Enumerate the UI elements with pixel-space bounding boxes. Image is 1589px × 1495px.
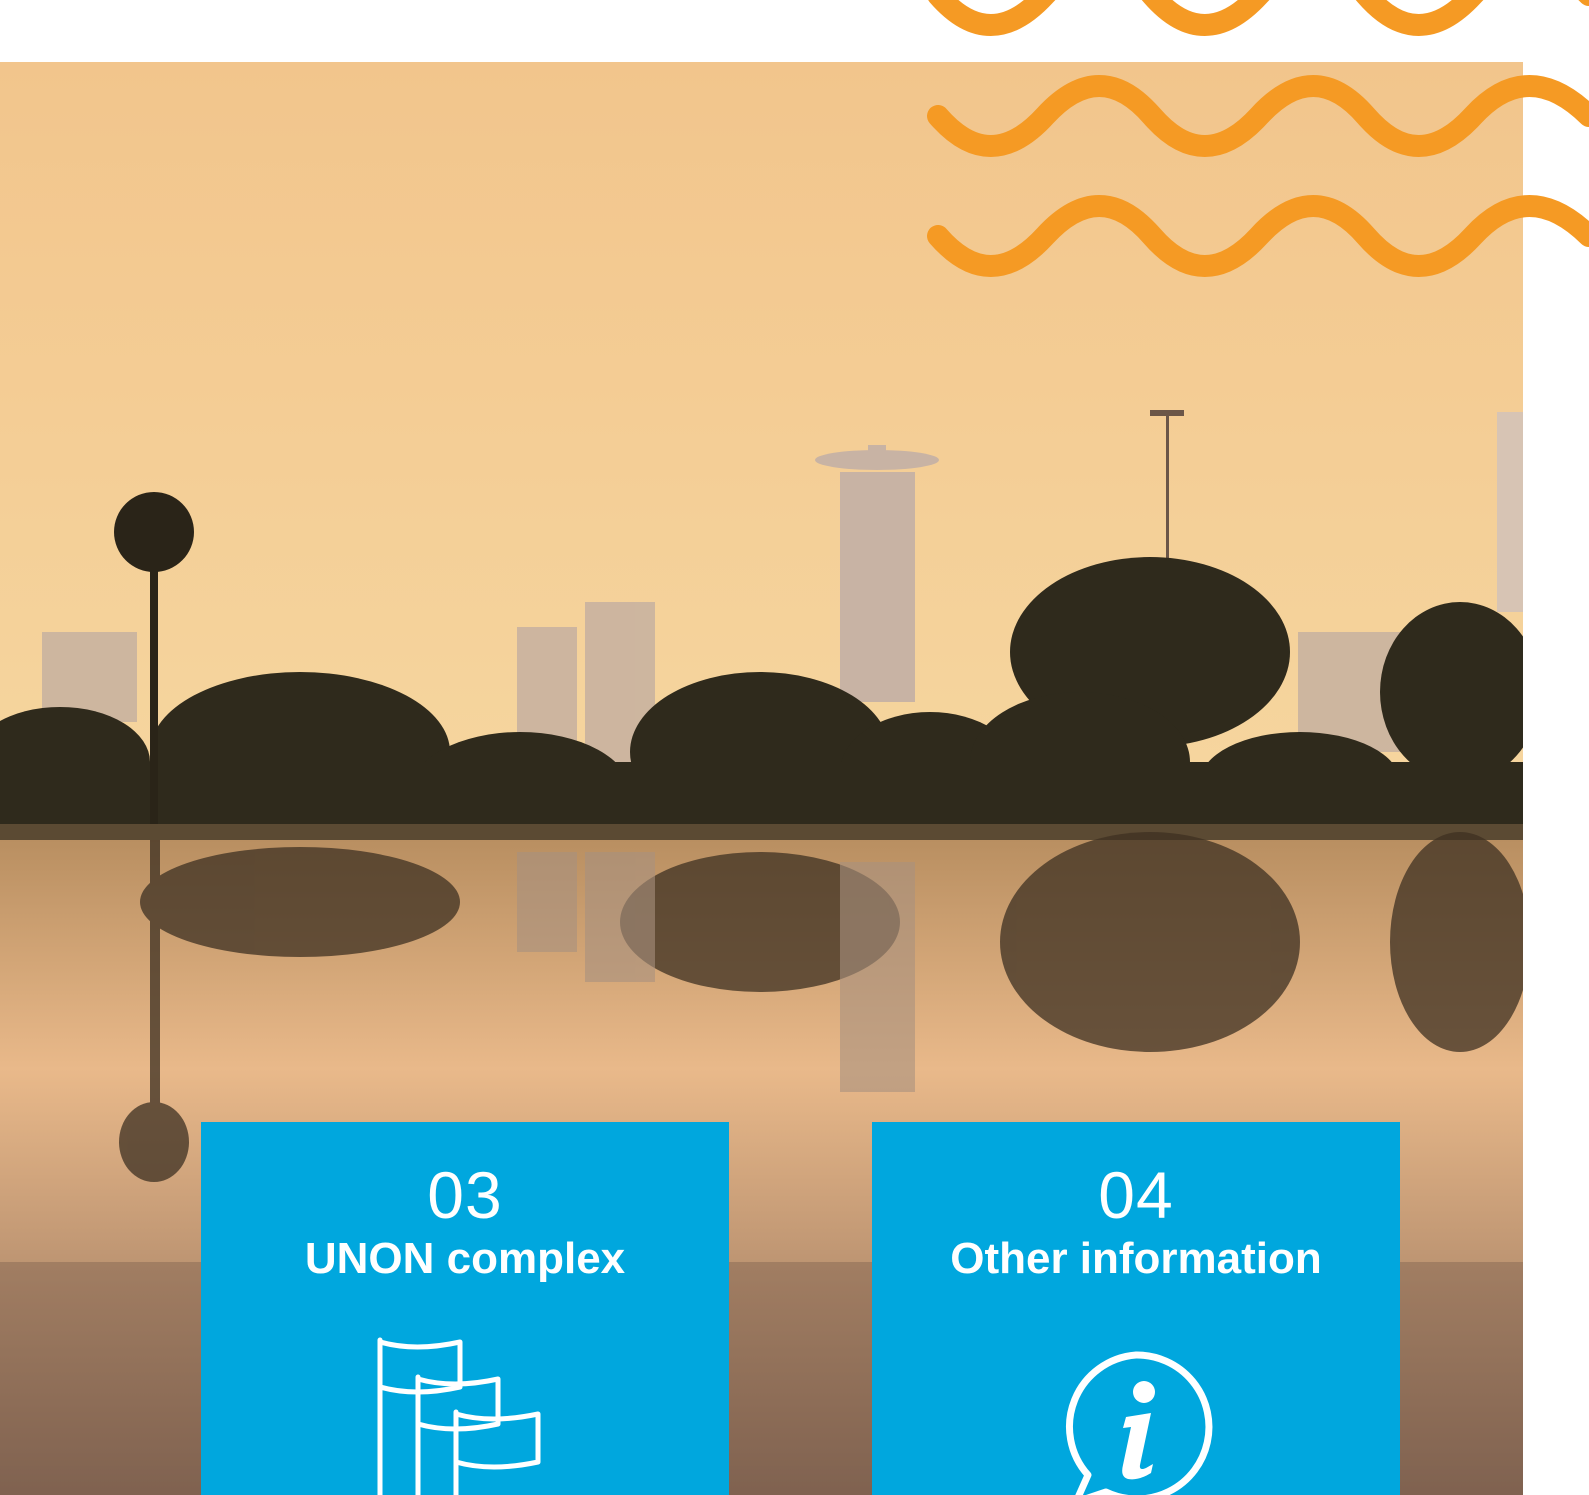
card-number: 04 [1098,1158,1174,1232]
card-title: Other information [950,1234,1322,1283]
section-card-unon-complex[interactable]: 03 UNON complex [201,1122,729,1495]
page: 03 UNON complex 04 Other information [0,0,1589,1495]
card-title: UNON complex [304,1234,626,1283]
flags-icon [377,1337,541,1495]
info-speech-bubble-icon [1066,1351,1213,1495]
card-number: 03 [427,1158,503,1232]
section-card-other-information[interactable]: 04 Other information [872,1122,1400,1495]
